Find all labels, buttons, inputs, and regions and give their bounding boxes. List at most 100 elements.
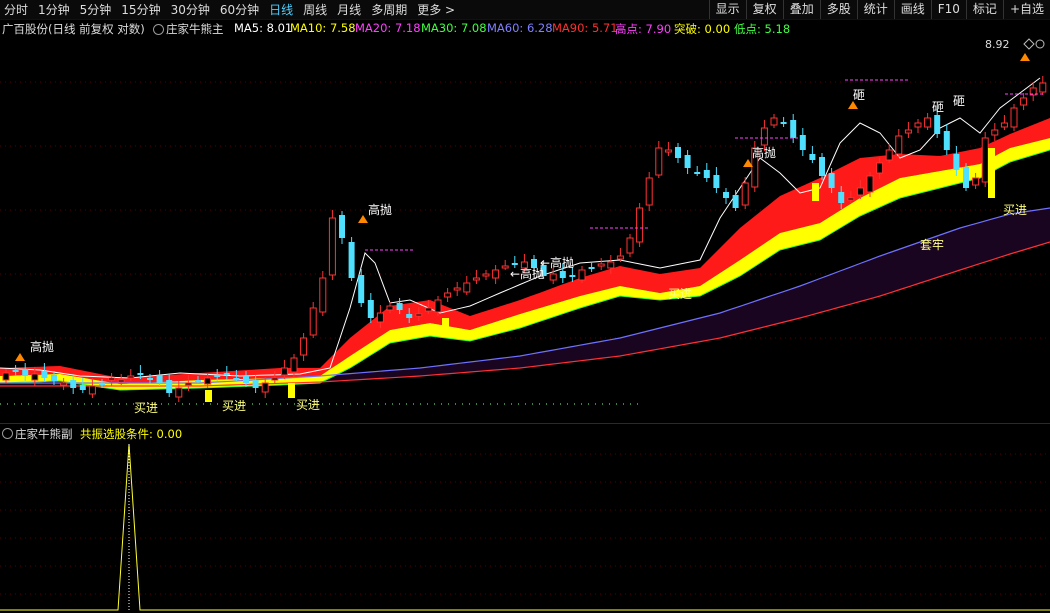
toolbar-button-5[interactable]: 画线 (893, 0, 931, 19)
sell-arrow-icon (848, 101, 858, 109)
candle-down (223, 373, 230, 375)
candle-down (406, 314, 413, 318)
sub-indicator-chart[interactable] (0, 424, 1050, 613)
signal-label: 砸 (853, 88, 865, 102)
candle-up (991, 129, 999, 136)
candle-up (924, 117, 932, 128)
tab-period-10[interactable]: 更多 > (417, 1, 455, 18)
candle-down (780, 122, 787, 124)
candle-down (559, 271, 566, 278)
toolbar-button-3[interactable]: 多股 (819, 0, 857, 19)
tab-period-8[interactable]: 月线 (337, 1, 361, 18)
candle-up (472, 277, 480, 281)
candle-up (1010, 107, 1018, 128)
tab-period-5[interactable]: 60分钟 (220, 1, 259, 18)
candle-up (290, 357, 298, 373)
candle-down (511, 263, 518, 265)
toolbar-button-1[interactable]: 复权 (745, 0, 783, 19)
breakout-value: 突破: 0.00 (674, 22, 731, 36)
candle-down (838, 192, 845, 203)
signal-label: 高抛 (752, 145, 776, 160)
candle-down (70, 380, 77, 388)
candle-down (41, 371, 48, 378)
candle-down (99, 383, 105, 385)
candlestick-chart[interactable]: 高抛高抛←高抛←高抛高抛砸砸 砸买进 买进 买进买进买进套牢8.92 (0, 38, 1050, 422)
ma20-value: MA20: 7.18 (355, 21, 421, 35)
candle-up (972, 177, 980, 186)
candle-up (184, 382, 192, 386)
candle-down (252, 380, 259, 388)
candle-down (358, 275, 365, 303)
tab-period-0[interactable]: 分时 (4, 1, 28, 18)
ma5-line (0, 77, 1041, 379)
candle-up (108, 377, 116, 381)
gear-icon[interactable] (153, 24, 164, 35)
candle-up (549, 273, 557, 281)
signal-bar (812, 183, 819, 201)
candle-up (1039, 82, 1047, 93)
candle-down (819, 157, 825, 176)
candle-up (856, 187, 864, 196)
ma10-value: MA10: 7.58 (290, 21, 356, 35)
indicator-info-bar: 广百股份(日线 前复权 对数) 庄家牛熊主 MA5: 8.01 MA10: 7.… (0, 20, 1050, 37)
candle-up (88, 385, 96, 395)
candle-down (147, 378, 153, 380)
candle-up (1000, 122, 1008, 128)
toolbar-button-6[interactable]: F10 (930, 0, 966, 19)
ma60-value: MA60: 6.28 (487, 21, 553, 35)
candle-up (770, 117, 778, 126)
candle-down (166, 380, 173, 393)
toolbar-button-7[interactable]: 标记 (965, 0, 1003, 19)
candle-down (339, 215, 345, 238)
candle-down (809, 154, 816, 160)
candle-down (396, 303, 403, 310)
candle-up (386, 305, 394, 311)
candle-down (799, 135, 806, 150)
candle-up (280, 367, 288, 376)
candle-up (482, 273, 490, 277)
sub-indicator-name[interactable]: 庄家牛熊副 (15, 426, 73, 442)
candle-up (760, 127, 768, 146)
toolbar-button-0[interactable]: 显示 (708, 0, 746, 19)
candle-up (866, 175, 874, 193)
candle-down (12, 370, 19, 372)
tab-period-3[interactable]: 15分钟 (121, 1, 160, 18)
indicator-name[interactable]: 庄家牛熊主 (166, 21, 224, 37)
candle-down (137, 373, 144, 375)
tab-period-1[interactable]: 1分钟 (38, 1, 70, 18)
signal-bar (288, 383, 295, 398)
candle-down (367, 300, 374, 318)
candle-up (655, 147, 663, 176)
signal-label: 买进 (222, 399, 246, 413)
candle-up (271, 377, 279, 381)
toolbar-button-4[interactable]: 统计 (856, 0, 894, 19)
candle-down (828, 173, 835, 188)
candle-up (616, 255, 624, 260)
candle-down (156, 375, 163, 383)
candle-down (684, 155, 691, 168)
tab-period-9[interactable]: 多周期 (371, 1, 407, 18)
candle-down (51, 375, 57, 381)
candle-up (626, 237, 634, 254)
candle-down (569, 275, 576, 277)
tab-period-2[interactable]: 5分钟 (80, 1, 112, 18)
gear-icon[interactable] (2, 428, 13, 439)
tab-period-4[interactable]: 30分钟 (171, 1, 210, 18)
candle-up (444, 292, 452, 298)
sub-condition-value: 共振选股条件: 0.00 (80, 427, 183, 441)
toolbar-button-2[interactable]: 叠加 (782, 0, 820, 19)
candle-down (963, 167, 969, 188)
high-point-value: 高点: 7.90 (615, 22, 672, 36)
toolbar-button-8[interactable]: +自选 (1002, 0, 1050, 19)
tab-period-6[interactable]: 日线 (269, 1, 293, 18)
signal-label: 高抛 (30, 339, 54, 354)
signal-label: ←高抛 (540, 255, 574, 270)
candle-up (175, 387, 183, 398)
signal-label: 高抛 (368, 202, 392, 217)
diamond-marker-icon (1023, 38, 1035, 50)
sell-arrow-icon (1020, 53, 1030, 61)
ma-ribbon-band (0, 208, 1050, 386)
candle-up (31, 373, 39, 381)
last-price-label: 8.92 (985, 38, 1010, 51)
tab-period-7[interactable]: 周线 (303, 1, 327, 18)
